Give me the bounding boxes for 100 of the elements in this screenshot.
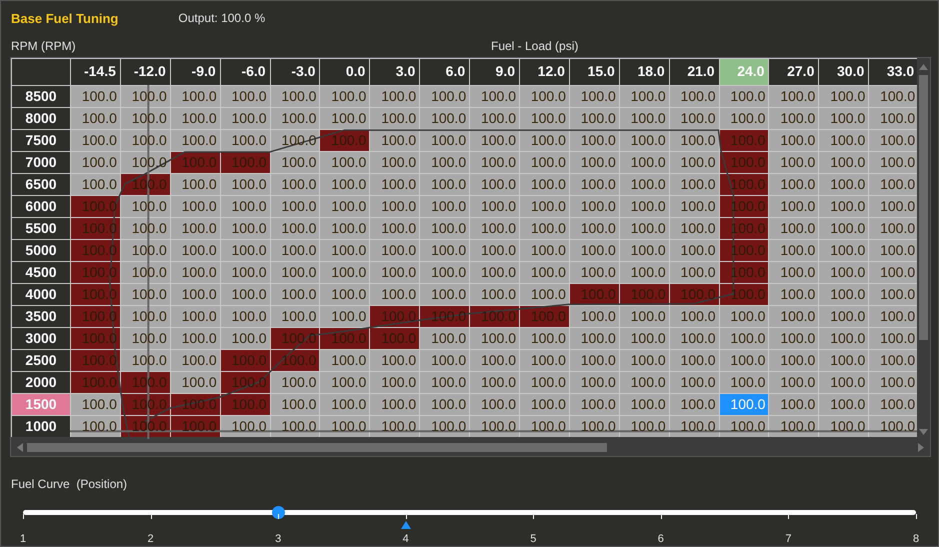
table-cell[interactable]: 100.0 [819,218,868,239]
table-cell[interactable]: 100.0 [420,416,470,437]
table-cell[interactable]: 100.0 [220,328,270,349]
table-cell[interactable]: 100.0 [769,284,818,305]
table-cell[interactable]: 100.0 [320,174,370,195]
row-header[interactable]: 8000 [12,108,70,129]
table-cell[interactable]: 100.0 [270,416,320,437]
table-cell[interactable]: 100.0 [270,262,320,283]
table-cell[interactable]: 100.0 [220,284,270,305]
table-cell[interactable]: 100.0 [320,218,370,239]
table-cell[interactable]: 100.0 [320,284,370,305]
table-cell[interactable]: 100.0 [120,196,170,217]
table-cell[interactable]: 100.0 [220,306,270,327]
table-cell[interactable]: 100.0 [620,328,669,349]
row-header[interactable]: 7000 [12,152,70,173]
table-cell[interactable]: 100.0 [270,372,320,393]
row-header[interactable]: 5000 [12,240,70,261]
column-header[interactable]: 18.0 [620,58,669,85]
table-cell[interactable]: 100.0 [170,262,220,283]
table-cell[interactable]: 100.0 [120,152,170,173]
table-cell[interactable]: 100.0 [320,86,370,107]
table-cell[interactable]: 100.0 [869,350,918,371]
table-cell[interactable]: 100.0 [869,328,918,349]
table-cell[interactable]: 100.0 [470,350,520,371]
table-cell[interactable]: 100.0 [320,416,370,437]
table-cell[interactable]: 100.0 [220,218,270,239]
table-cell[interactable]: 100.0 [170,108,220,129]
table-cell[interactable]: 100.0 [120,108,170,129]
table-cell[interactable]: 100.0 [470,108,520,129]
table-cell[interactable]: 100.0 [220,262,270,283]
table-cell[interactable]: 100.0 [170,196,220,217]
table-cell[interactable]: 100.0 [420,328,470,349]
table-cell[interactable]: 100.0 [670,394,719,415]
table-cell[interactable]: 100.0 [470,174,520,195]
table-cell[interactable]: 100.0 [120,86,170,107]
scrollbar-thumb[interactable] [919,74,928,340]
column-header[interactable]: 27.0 [769,58,818,85]
table-cell[interactable]: 100.0 [120,240,170,261]
row-header[interactable]: 4000 [12,284,70,305]
column-header[interactable]: 6.0 [420,58,470,85]
table-cell[interactable]: 100.0 [320,350,370,371]
table-cell[interactable]: 100.0 [370,152,420,173]
table-cell[interactable]: 100.0 [869,218,918,239]
table-cell[interactable]: 100.0 [120,350,170,371]
table-cell[interactable]: 100.0 [570,86,619,107]
table-cell[interactable]: 100.0 [220,130,270,151]
table-cell[interactable]: 100.0 [769,218,818,239]
table-cell[interactable]: 100.0 [320,306,370,327]
table-cell[interactable]: 100.0 [670,262,719,283]
table-cell[interactable]: 100.0 [720,394,768,415]
table-cell[interactable]: 100.0 [220,174,270,195]
table-cell[interactable]: 100.0 [470,262,520,283]
table-cell[interactable]: 100.0 [670,240,719,261]
table-cell[interactable]: 100.0 [620,86,669,107]
table-cell[interactable]: 100.0 [769,328,818,349]
table-cell[interactable]: 100.0 [819,394,868,415]
table-cell[interactable]: 100.0 [520,174,569,195]
table-cell[interactable]: 100.0 [869,86,918,107]
slider-thumb[interactable] [272,506,285,519]
table-cell[interactable]: 100.0 [570,306,619,327]
up-arrow-icon[interactable] [919,64,928,70]
table-cell[interactable]: 100.0 [620,394,669,415]
table-cell[interactable]: 100.0 [570,372,619,393]
table-cell[interactable]: 100.0 [769,416,818,437]
table-cell[interactable]: 100.0 [620,108,669,129]
table-cell[interactable]: 100.0 [769,196,818,217]
table-cell[interactable]: 100.0 [769,86,818,107]
table-cell[interactable]: 100.0 [220,240,270,261]
table-cell[interactable]: 100.0 [420,196,470,217]
table-cell[interactable]: 100.0 [769,152,818,173]
table-cell[interactable]: 100.0 [869,394,918,415]
table-cell[interactable]: 100.0 [420,174,470,195]
table-cell[interactable]: 100.0 [120,306,170,327]
table-cell[interactable]: 100.0 [670,174,719,195]
table-cell[interactable]: 100.0 [620,240,669,261]
table-cell[interactable]: 100.0 [320,372,370,393]
table-cell[interactable]: 100.0 [71,108,120,129]
table-cell[interactable]: 100.0 [370,262,420,283]
table-cell[interactable]: 100.0 [71,416,120,437]
column-header[interactable]: -3.0 [270,58,320,85]
table-cell[interactable]: 100.0 [769,350,818,371]
table-cell[interactable]: 100.0 [420,218,470,239]
table-cell[interactable]: 100.0 [420,86,470,107]
table-cell[interactable]: 100.0 [670,152,719,173]
table-cell[interactable]: 100.0 [420,108,470,129]
table-cell[interactable]: 100.0 [220,108,270,129]
table-cell[interactable]: 100.0 [120,328,170,349]
table-cell[interactable]: 100.0 [520,86,569,107]
table-cell[interactable]: 100.0 [170,86,220,107]
table-cell[interactable]: 100.0 [520,416,569,437]
table-cell[interactable]: 100.0 [420,350,470,371]
table-cell[interactable]: 100.0 [520,108,569,129]
table-cell[interactable]: 100.0 [570,416,619,437]
table-cell[interactable]: 100.0 [420,240,470,261]
table-cell[interactable]: 100.0 [220,196,270,217]
table-cell[interactable]: 100.0 [869,284,918,305]
table-cell[interactable]: 100.0 [720,416,768,437]
table-cell[interactable]: 100.0 [71,174,120,195]
table-cell[interactable]: 100.0 [370,108,420,129]
row-header[interactable]: 3000 [12,328,70,349]
